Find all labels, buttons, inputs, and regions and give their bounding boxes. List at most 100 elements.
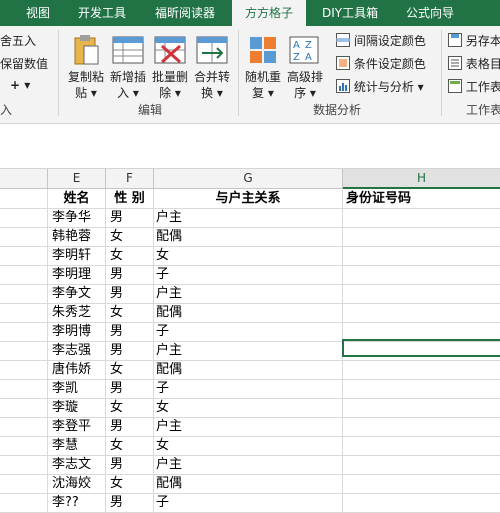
cell-f[interactable]: 女 — [106, 303, 154, 323]
tab-view[interactable]: 视图 — [26, 0, 50, 26]
cell-f[interactable]: 男 — [106, 208, 154, 228]
cell-g[interactable]: 子 — [154, 322, 343, 342]
cell-g[interactable]: 女 — [154, 436, 343, 456]
cell-d[interactable] — [0, 493, 48, 513]
cell-f[interactable]: 女 — [106, 436, 154, 456]
cell-h[interactable] — [343, 265, 500, 285]
cell-f[interactable]: 女 — [106, 360, 154, 380]
cell-h[interactable] — [343, 417, 500, 437]
cell-e[interactable]: 李争文 — [48, 284, 106, 304]
cell-e[interactable]: 沈海姣 — [48, 474, 106, 494]
cell-g[interactable]: 子 — [154, 379, 343, 399]
cell-g[interactable]: 配偶 — [154, 474, 343, 494]
header-cell-f[interactable]: 性 别 — [106, 189, 154, 209]
cell-g[interactable]: 配偶 — [154, 303, 343, 323]
cell-f[interactable]: 女 — [106, 246, 154, 266]
copy-paste-button[interactable]: 复制粘 贴 ▾ — [64, 30, 108, 100]
condition-color-button[interactable]: 条件设定颜色 — [336, 55, 426, 75]
cell-f[interactable]: 女 — [106, 398, 154, 418]
cell-d[interactable] — [0, 227, 48, 247]
statistics-analysis-button[interactable]: 统计与分析 ▾ — [336, 78, 424, 98]
cell-d[interactable] — [0, 246, 48, 266]
cell-h[interactable] — [343, 379, 500, 399]
cell-f[interactable]: 男 — [106, 417, 154, 437]
cell-e[interactable]: 李明轩 — [48, 246, 106, 266]
cell-h[interactable] — [343, 227, 500, 247]
tab-fangfang-gezi[interactable]: 方方格子 — [232, 0, 306, 27]
cell-h[interactable] — [343, 474, 500, 494]
cell-e[interactable]: 唐伟娇 — [48, 360, 106, 380]
cell-e[interactable]: 李争华 — [48, 208, 106, 228]
header-cell-d[interactable] — [0, 189, 48, 209]
cell-h[interactable] — [343, 493, 500, 513]
active-cell-selection[interactable] — [342, 339, 500, 357]
header-cell-g[interactable]: 与户主关系 — [154, 189, 343, 209]
cell-d[interactable] — [0, 341, 48, 361]
add-dropdown-button[interactable]: + ▾ — [10, 78, 30, 92]
cell-g[interactable]: 户主 — [154, 417, 343, 437]
batch-delete-button[interactable]: 批量删 除 ▾ — [148, 30, 192, 100]
cell-f[interactable]: 男 — [106, 455, 154, 475]
save-as-button[interactable]: 另存本 — [448, 32, 500, 52]
cell-h[interactable] — [343, 455, 500, 475]
cell-h[interactable] — [343, 246, 500, 266]
cell-f[interactable]: 男 — [106, 284, 154, 304]
header-cell-e[interactable]: 姓名 — [48, 189, 106, 209]
cell-e[interactable]: 李?? — [48, 493, 106, 513]
cell-e[interactable]: 李慧 — [48, 436, 106, 456]
column-header-g[interactable]: G — [154, 169, 343, 189]
cell-g[interactable]: 子 — [154, 493, 343, 513]
cell-h[interactable] — [343, 284, 500, 304]
cell-f[interactable]: 女 — [106, 474, 154, 494]
cell-d[interactable] — [0, 208, 48, 228]
cell-g[interactable]: 配偶 — [154, 360, 343, 380]
cell-g[interactable]: 配偶 — [154, 227, 343, 247]
cell-d[interactable] — [0, 455, 48, 475]
new-insert-button[interactable]: 新增插 入 ▾ — [106, 30, 150, 100]
cell-e[interactable]: 李登平 — [48, 417, 106, 437]
cell-e[interactable]: 李璇 — [48, 398, 106, 418]
cell-d[interactable] — [0, 360, 48, 380]
cell-e[interactable]: 韩艳蓉 — [48, 227, 106, 247]
cell-g[interactable]: 户主 — [154, 341, 343, 361]
cell-d[interactable] — [0, 265, 48, 285]
formula-bar-area[interactable] — [0, 124, 500, 169]
interval-color-button[interactable]: 间隔设定颜色 — [336, 32, 426, 52]
cell-e[interactable]: 李志强 — [48, 341, 106, 361]
tab-foxit-reader[interactable]: 福昕阅读器 — [155, 0, 215, 26]
cell-h[interactable] — [343, 398, 500, 418]
cell-f[interactable]: 男 — [106, 265, 154, 285]
column-header-e[interactable]: E — [48, 169, 106, 189]
advanced-sort-button[interactable]: A Z Z A 高级排 序 ▾ — [283, 30, 327, 100]
cell-g[interactable]: 户主 — [154, 455, 343, 475]
column-header-f[interactable]: F — [106, 169, 154, 189]
cell-h[interactable] — [343, 360, 500, 380]
column-header-h[interactable]: H — [343, 169, 500, 189]
cell-g[interactable]: 女 — [154, 398, 343, 418]
random-repeat-button[interactable]: 随机重 复 ▾ — [241, 30, 285, 100]
keep-value-button[interactable]: 保留数值 — [0, 55, 48, 72]
header-cell-h[interactable]: 身份证号码 — [343, 189, 500, 209]
cell-f[interactable]: 男 — [106, 493, 154, 513]
cell-e[interactable]: 朱秀芝 — [48, 303, 106, 323]
table-directory-button[interactable]: 表格目 — [448, 55, 500, 75]
cell-f[interactable]: 男 — [106, 341, 154, 361]
merge-convert-button[interactable]: 合并转 换 ▾ — [190, 30, 234, 100]
cell-d[interactable] — [0, 322, 48, 342]
round-button[interactable]: 舍五入 — [0, 32, 36, 49]
cell-g[interactable]: 子 — [154, 265, 343, 285]
tab-developer[interactable]: 开发工具 — [78, 0, 126, 26]
cell-d[interactable] — [0, 379, 48, 399]
tab-diy-toolbox[interactable]: DIY工具箱 — [322, 0, 378, 26]
cell-g[interactable]: 户主 — [154, 284, 343, 304]
cell-d[interactable] — [0, 303, 48, 323]
cell-h[interactable] — [343, 208, 500, 228]
cell-g[interactable]: 户主 — [154, 208, 343, 228]
cell-d[interactable] — [0, 284, 48, 304]
worksheet-button[interactable]: 工作表 — [448, 78, 500, 98]
cell-e[interactable]: 李明理 — [48, 265, 106, 285]
tab-formula-wizard[interactable]: 公式向导 — [406, 0, 454, 26]
cell-e[interactable]: 李凯 — [48, 379, 106, 399]
cell-d[interactable] — [0, 398, 48, 418]
cell-h[interactable] — [343, 436, 500, 456]
